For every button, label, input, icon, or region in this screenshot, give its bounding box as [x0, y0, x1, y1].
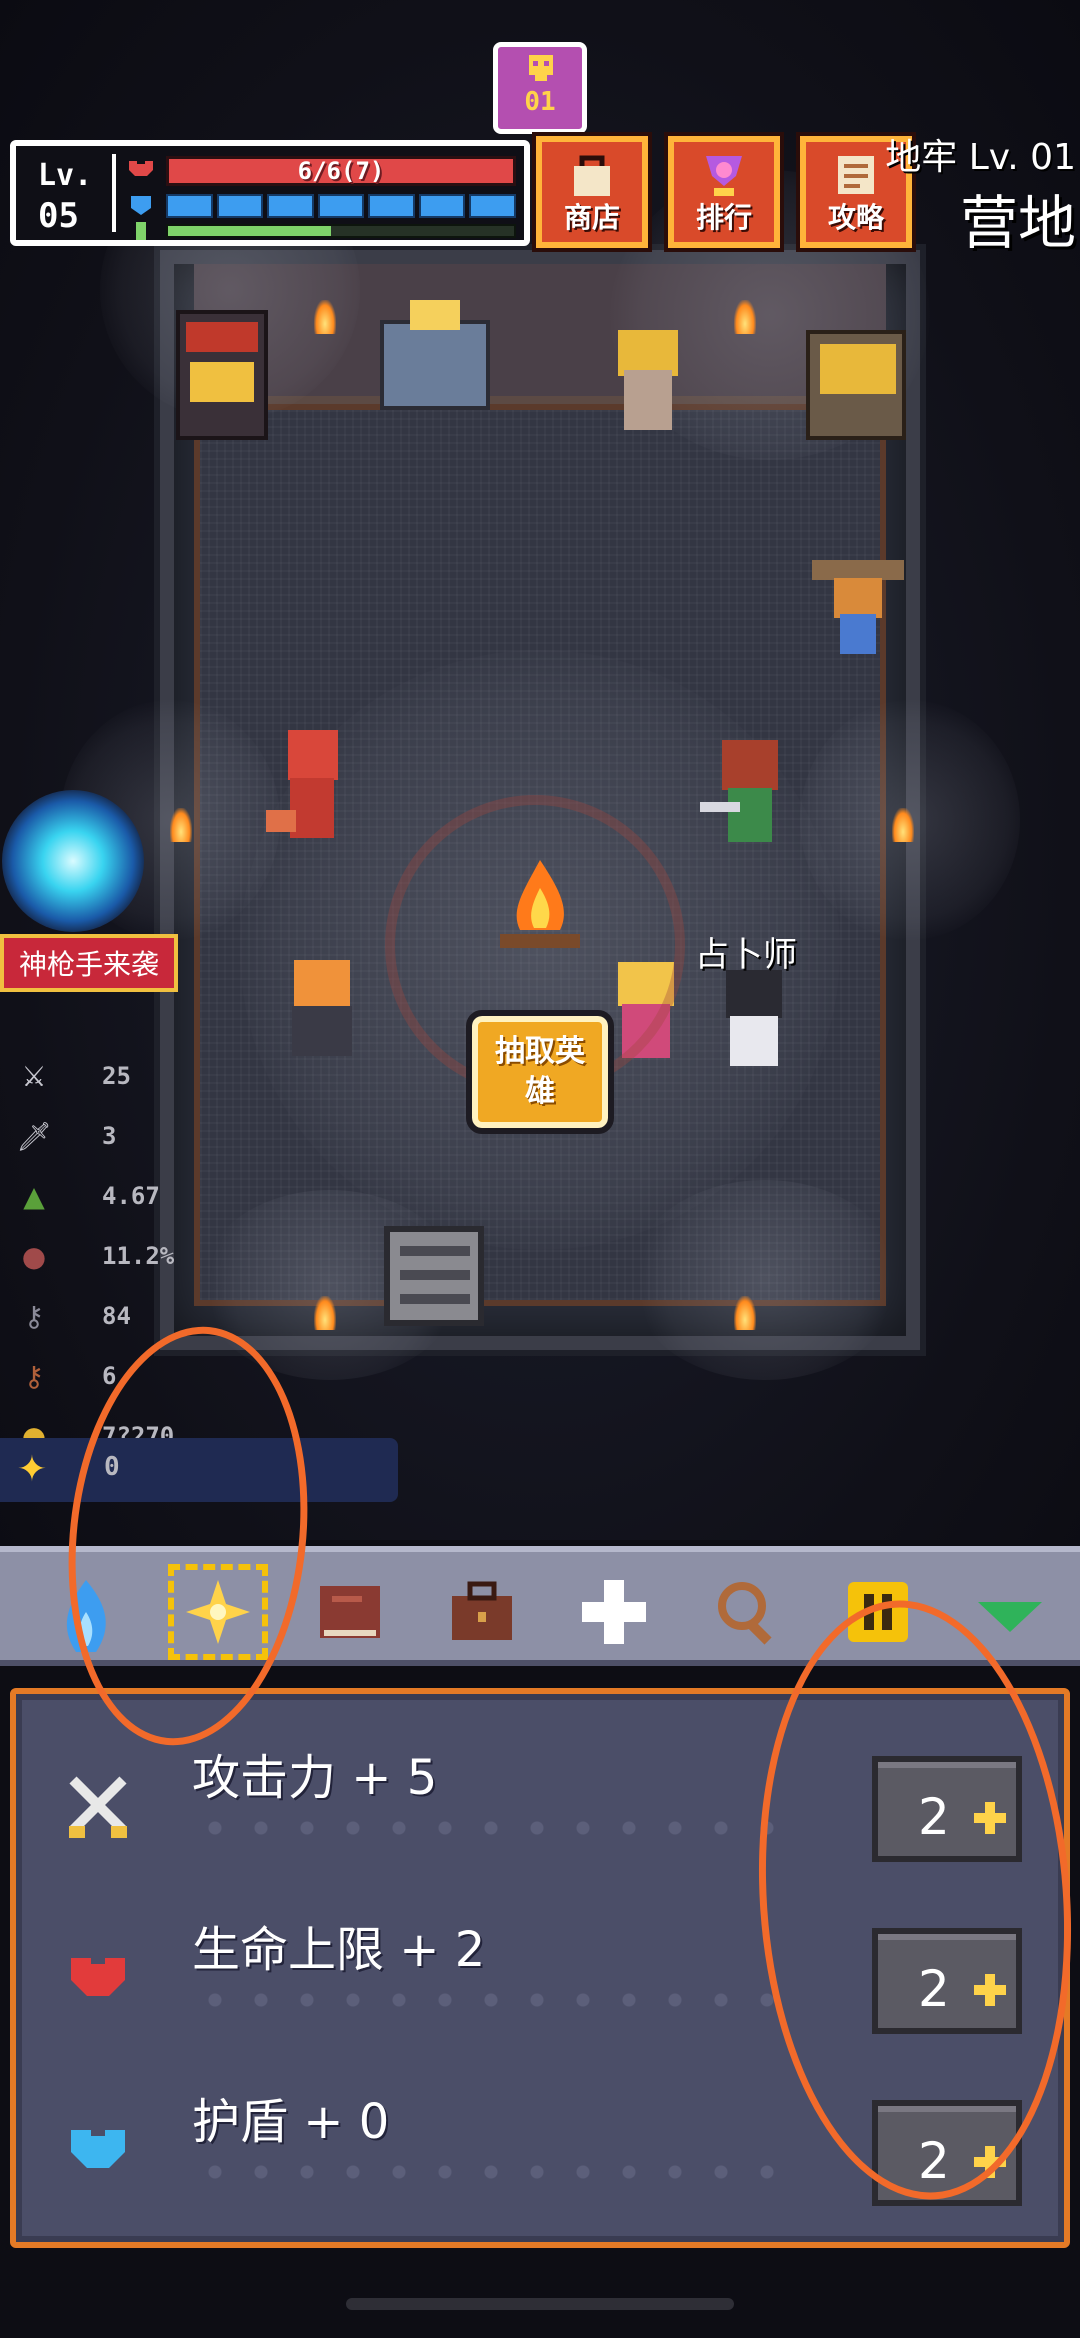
shield-icon: [131, 196, 151, 215]
stat-row: ▲ 4.67: [14, 1166, 214, 1226]
sparkle-icon: ✦: [16, 1449, 48, 1490]
shield-segment: [418, 194, 466, 218]
ranking-label: 排行: [695, 201, 752, 234]
blue-heart-icon: [58, 2110, 138, 2188]
torch: [314, 1296, 336, 1330]
campfire: [490, 850, 590, 960]
red-heart-icon: [58, 1938, 138, 2016]
shop-button[interactable]: 商店: [532, 132, 652, 252]
notice-board-npc[interactable]: [380, 300, 490, 440]
torch: [170, 808, 192, 842]
shield-segment: [469, 194, 517, 218]
shield-segment: [216, 194, 264, 218]
shield-segment: [368, 194, 415, 218]
heart-icon: [129, 161, 153, 176]
bag-tool-button[interactable]: [432, 1564, 532, 1660]
stat-row: 🗡 3: [14, 1106, 214, 1166]
boot-icon: ▲: [23, 1179, 45, 1213]
fox-warrior-npc[interactable]: [266, 730, 356, 860]
upgrade-label: 护盾 + 0: [192, 2094, 390, 2150]
green-chevron-icon: [978, 1602, 1042, 1632]
book-tool-button[interactable]: [300, 1564, 400, 1660]
blonde-merchant-npc[interactable]: [610, 330, 686, 440]
shield-segment: [317, 194, 365, 218]
location-name: 营地: [959, 189, 1076, 257]
search-tool-button[interactable]: [696, 1564, 796, 1660]
archer-girl-npc[interactable]: [700, 740, 800, 860]
cross-icon: [582, 1580, 646, 1644]
upgrade-label: 生命上限 + 2: [192, 1922, 486, 1978]
level-box: Lv. 05: [24, 154, 116, 236]
stat-value: 11.2%: [102, 1242, 175, 1270]
stat-value: 3: [102, 1122, 117, 1150]
shield-segment: [166, 194, 213, 218]
crossed-swords-icon: ⚔: [21, 1059, 47, 1093]
level-value: 05: [38, 196, 79, 236]
skull-icon: [529, 55, 553, 81]
crit-orb-icon: ●: [21, 1239, 47, 1273]
treasure-shop[interactable]: [806, 330, 906, 440]
home-indicator[interactable]: [346, 2298, 734, 2310]
dwarf-npc[interactable]: [272, 960, 372, 1070]
key-icon: ⚷: [23, 1299, 45, 1333]
shop-bag-icon: [574, 155, 610, 196]
fortune-teller-label: 占卜师: [695, 935, 797, 975]
torch: [892, 808, 914, 842]
trophy-gem-icon: [706, 156, 742, 196]
scroll-guide-icon: [838, 156, 874, 194]
xp-bar: [166, 224, 516, 238]
fortune-teller-npc[interactable]: [710, 970, 800, 1070]
xp-fill: [168, 226, 331, 236]
badge-number: 01: [524, 87, 556, 117]
crossed-swords-icon: [58, 1766, 138, 1844]
ranking-button[interactable]: 排行: [664, 132, 784, 252]
guide-label: 攻略: [827, 201, 884, 234]
scarecrow-npc[interactable]: [812, 550, 904, 660]
stat-value: 25: [102, 1062, 131, 1090]
torch: [734, 300, 756, 334]
draw-hero-button[interactable]: 抽取英雄: [466, 1010, 614, 1134]
upgrade-label: 攻击力 + 5: [192, 1750, 438, 1806]
hp-bar: 6/6(7): [166, 156, 516, 186]
shop-label: 商店: [563, 201, 620, 234]
torch: [734, 1296, 756, 1330]
key-red-icon: ⚷: [23, 1359, 45, 1393]
upgrade-progress-dots: [192, 1990, 792, 2010]
briefcase-icon: [452, 1581, 512, 1640]
daily-badge[interactable]: 01: [493, 42, 587, 134]
event-banner[interactable]: 神枪手来袭: [0, 934, 178, 992]
player-status-hud: Lv. 05 6/6(7): [10, 140, 530, 246]
level-label: Lv.: [38, 158, 93, 193]
arcade-cabinet[interactable]: [176, 310, 268, 440]
stairs-down[interactable]: [384, 1226, 484, 1326]
stat-value: 6: [102, 1362, 117, 1390]
torch: [314, 300, 336, 334]
stat-row: ● 11.2%: [14, 1226, 214, 1286]
stat-row: ⚔ 25: [14, 1046, 214, 1106]
hp-text: 6/6(7): [297, 157, 385, 185]
light-glow: [630, 1180, 900, 1380]
xp-icon: [136, 222, 146, 240]
dungeon-level: 地牢 Lv. 01: [885, 137, 1076, 178]
shield-segment: [267, 194, 314, 218]
magnifier-icon: [718, 1582, 772, 1645]
shield-bar: [166, 194, 517, 218]
book-icon: [320, 1586, 380, 1638]
sword-icon: 🗡: [16, 1119, 52, 1153]
upgrade-progress-dots: [192, 1818, 792, 1838]
upgrade-progress-dots: [192, 2162, 792, 2182]
event-portal-icon[interactable]: [2, 790, 144, 932]
heal-tool-button[interactable]: [564, 1564, 664, 1660]
stat-value: 4.67: [102, 1182, 160, 1210]
stat-value: 84: [102, 1302, 131, 1330]
